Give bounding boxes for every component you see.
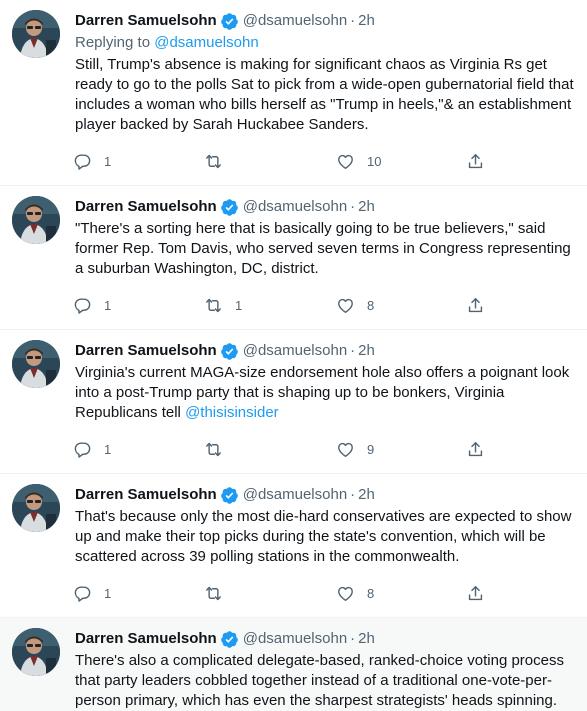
share-button[interactable] [466, 152, 506, 171]
reply-button[interactable]: 1 [73, 152, 204, 171]
tweet-actions: 1 8 [75, 577, 575, 609]
timeline: Darren Samuelsohn @dsamuelsohn · 2h Repl… [0, 0, 587, 711]
replying-to-label: Replying to [75, 34, 155, 51]
tweet-header: Darren Samuelsohn @dsamuelsohn · 2h [75, 341, 575, 361]
share-icon [466, 296, 485, 315]
separator-dot: · [350, 342, 356, 359]
tweet-header: Darren Samuelsohn @dsamuelsohn · 2h [75, 197, 575, 217]
like-button[interactable]: 8 [336, 584, 466, 603]
tweet-actions: 1 1 8 [75, 289, 575, 321]
separator-dot: · [350, 12, 356, 29]
tweet-time[interactable]: 2h [358, 485, 375, 505]
reply-icon [73, 152, 92, 171]
tweet-header: Darren Samuelsohn @dsamuelsohn · 2h [75, 629, 575, 649]
tweet-time[interactable]: 2h [358, 341, 375, 361]
retweet-button[interactable] [204, 152, 336, 171]
tweet-actions: 1 9 [75, 433, 575, 465]
share-icon [466, 440, 485, 459]
reply-button[interactable]: 1 [73, 296, 204, 315]
reply-count: 1 [104, 441, 112, 457]
heart-icon [336, 296, 355, 315]
separator-dot: · [350, 630, 356, 647]
like-button[interactable]: 10 [336, 152, 466, 171]
author-handle[interactable]: @dsamuelsohn [243, 197, 347, 217]
tweet[interactable]: Darren Samuelsohn @dsamuelsohn · 2h Repl… [0, 0, 587, 186]
verified-badge-icon [220, 630, 239, 649]
verified-badge-icon [220, 198, 239, 217]
tweet-header: Darren Samuelsohn @dsamuelsohn · 2h [75, 11, 575, 31]
like-count: 9 [367, 441, 375, 457]
separator-dot: · [350, 486, 356, 503]
heart-icon [336, 440, 355, 459]
reply-count: 1 [104, 153, 112, 169]
share-icon [466, 584, 485, 603]
author-name[interactable]: Darren Samuelsohn [75, 197, 217, 217]
tweet-text: Still, Trump's absence is making for sig… [75, 56, 574, 133]
tweet-time[interactable]: 2h [358, 11, 375, 31]
retweet-icon [204, 584, 223, 603]
replying-to: Replying to @dsamuelsohn [75, 33, 575, 53]
tweet-time[interactable]: 2h [358, 629, 375, 649]
avatar[interactable] [12, 10, 60, 58]
avatar[interactable] [12, 340, 60, 388]
retweet-icon [204, 440, 223, 459]
tweet-text: That's because only the most die-hard co… [75, 508, 572, 565]
author-handle[interactable]: @dsamuelsohn [243, 11, 347, 31]
reply-button[interactable]: 1 [73, 584, 204, 603]
author-name[interactable]: Darren Samuelsohn [75, 485, 217, 505]
author-name[interactable]: Darren Samuelsohn [75, 341, 217, 361]
retweet-button[interactable] [204, 584, 336, 603]
reply-icon [73, 440, 92, 459]
tweet-time[interactable]: 2h [358, 197, 375, 217]
tweet[interactable]: Darren Samuelsohn @dsamuelsohn · 2h Virg… [0, 330, 587, 474]
reply-count: 1 [104, 297, 112, 313]
tweet-text: Virginia's current MAGA-size endorsement… [75, 363, 575, 423]
retweet-icon [204, 296, 223, 315]
author-handle[interactable]: @dsamuelsohn [243, 629, 347, 649]
retweet-count: 1 [235, 297, 243, 313]
retweet-button[interactable]: 1 [204, 296, 336, 315]
tweet[interactable]: Darren Samuelsohn @dsamuelsohn · 2h That… [0, 474, 587, 618]
like-count: 8 [367, 297, 375, 313]
avatar[interactable] [12, 628, 60, 676]
tweet-actions: 1 10 [75, 145, 575, 177]
share-button[interactable] [466, 440, 506, 459]
tweet[interactable]: Darren Samuelsohn @dsamuelsohn · 2h "The… [0, 186, 587, 330]
like-button[interactable]: 9 [336, 440, 466, 459]
replying-to-mention[interactable]: @dsamuelsohn [154, 34, 258, 51]
mention-link[interactable]: @thisisinsider [185, 404, 279, 421]
avatar[interactable] [12, 196, 60, 244]
like-count: 8 [367, 585, 375, 601]
tweet-text: There's also a complicated delegate-base… [75, 652, 564, 709]
author-name[interactable]: Darren Samuelsohn [75, 629, 217, 649]
reply-icon [73, 584, 92, 603]
verified-badge-icon [220, 12, 239, 31]
like-count: 10 [367, 153, 382, 169]
verified-badge-icon [220, 486, 239, 505]
author-name[interactable]: Darren Samuelsohn [75, 11, 217, 31]
tweet-text-body: Virginia's current MAGA-size endorsement… [75, 364, 570, 421]
tweet-text: "There's a sorting here that is basicall… [75, 220, 571, 277]
separator-dot: · [350, 198, 356, 215]
reply-icon [73, 296, 92, 315]
reply-count: 1 [104, 585, 112, 601]
share-button[interactable] [466, 584, 506, 603]
like-button[interactable]: 8 [336, 296, 466, 315]
retweet-button[interactable] [204, 440, 336, 459]
tweet[interactable]: Darren Samuelsohn @dsamuelsohn · 2h Ther… [0, 618, 587, 711]
author-handle[interactable]: @dsamuelsohn [243, 485, 347, 505]
share-button[interactable] [466, 296, 506, 315]
retweet-icon [204, 152, 223, 171]
author-handle[interactable]: @dsamuelsohn [243, 341, 347, 361]
verified-badge-icon [220, 342, 239, 361]
avatar[interactable] [12, 484, 60, 532]
share-icon [466, 152, 485, 171]
tweet-header: Darren Samuelsohn @dsamuelsohn · 2h [75, 485, 575, 505]
heart-icon [336, 584, 355, 603]
reply-button[interactable]: 1 [73, 440, 204, 459]
heart-icon [336, 152, 355, 171]
